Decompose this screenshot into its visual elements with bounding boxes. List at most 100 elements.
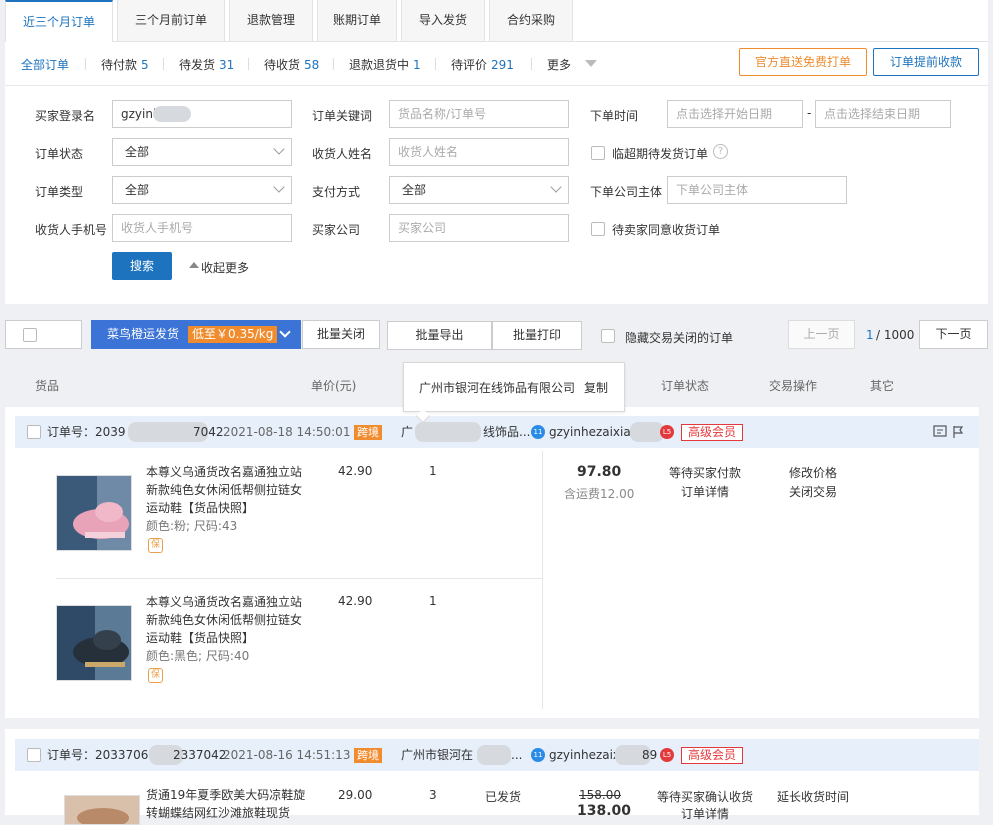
- hide-closed-label: 隐藏交易关闭的订单: [625, 331, 734, 345]
- prev-page-button[interactable]: 上一页: [788, 320, 855, 349]
- end-date-input[interactable]: 点击选择结束日期: [815, 100, 951, 128]
- wangwang-icon[interactable]: 11: [531, 748, 545, 762]
- seller-name[interactable]: 广州市银河在: [401, 739, 473, 771]
- free-print-button[interactable]: 官方直送免费打单: [739, 48, 867, 76]
- cainiao-label: 菜鸟橙运发货: [107, 327, 180, 341]
- modify-price-link[interactable]: 修改价格: [789, 464, 837, 481]
- order-time: 2021-08-18 14:50:01: [223, 425, 351, 439]
- chevron-down-icon[interactable]: [585, 60, 597, 67]
- order-checkbox[interactable]: [27, 748, 41, 762]
- tab-recent-3-months[interactable]: 近三个月订单: [5, 0, 113, 43]
- seller-name-tail[interactable]: 线饰品...: [483, 416, 530, 448]
- close-trade-link[interactable]: 关闭交易: [789, 483, 837, 500]
- seller-agree-checkbox[interactable]: [591, 222, 605, 236]
- order-status-select[interactable]: 全部: [112, 138, 292, 166]
- order-status: 等待买家确认收货: [657, 790, 754, 804]
- tab-credit-orders[interactable]: 账期订单: [317, 0, 397, 42]
- select-all-box[interactable]: [5, 320, 82, 349]
- item-quantity: 1: [429, 594, 437, 608]
- chevron-down-icon: [273, 181, 285, 193]
- batch-print-button[interactable]: 批量打印: [492, 321, 582, 350]
- help-icon[interactable]: ?: [713, 144, 728, 159]
- select-all-checkbox[interactable]: [23, 328, 37, 342]
- status-count: 31: [219, 58, 235, 72]
- chevron-down-icon: [273, 143, 285, 155]
- product-image[interactable]: [56, 605, 132, 681]
- order-tabs: 近三个月订单 三个月前订单 退款管理 账期订单 导入发货 合约采购: [5, 0, 988, 43]
- status-refunding[interactable]: 退款退货中 1: [349, 56, 421, 73]
- flag-icon[interactable]: [951, 425, 965, 439]
- status-label: 待发货: [179, 58, 216, 72]
- status-count: 291: [491, 58, 514, 72]
- wangwang-icon[interactable]: 11: [531, 425, 545, 439]
- receiver-name-input[interactable]: 收货人姓名: [389, 138, 569, 166]
- order-checkbox[interactable]: [27, 425, 41, 439]
- product-title[interactable]: 货通19年夏季欧美大码凉鞋旋转蝴蝶结网红沙滩旅鞋现货: [146, 786, 311, 822]
- order-detail-link[interactable]: 订单详情: [681, 805, 729, 822]
- receiver-phone-input[interactable]: 收货人手机号: [112, 214, 292, 242]
- extend-receipt-link[interactable]: 延长收货时间: [777, 788, 849, 805]
- guarantee-icon: 保: [148, 668, 163, 683]
- order-detail-link[interactable]: 订单详情: [681, 483, 729, 500]
- status-pending-review[interactable]: 待评价 291: [451, 56, 514, 73]
- search-button[interactable]: 搜索: [112, 252, 172, 280]
- divider: [435, 58, 436, 70]
- tab-import-shipping[interactable]: 导入发货: [401, 0, 485, 42]
- buyer-company-input[interactable]: 买家公司: [389, 214, 569, 242]
- tab-contract-purchase[interactable]: 合约采购: [489, 0, 573, 42]
- status-label: 待评价: [451, 58, 488, 72]
- level-badge-icon: L5: [660, 425, 674, 439]
- status-all-orders[interactable]: 全部订单: [21, 56, 69, 73]
- product-image[interactable]: [56, 475, 132, 551]
- status-more[interactable]: 更多: [547, 56, 571, 73]
- chevron-up-icon[interactable]: [189, 262, 199, 268]
- seller-name[interactable]: 广: [401, 416, 413, 448]
- product-attrs: 颜色:黑色; 尺码:40: [146, 649, 250, 663]
- tooltip-copy-link[interactable]: 复制: [584, 379, 608, 396]
- divider: [248, 58, 249, 70]
- select-value: 全部: [125, 183, 150, 197]
- buyer-name-tail[interactable]: 89: [642, 739, 657, 771]
- order-header: 订单号： 2039 7042 2021-08-18 14:50:01 跨境 广 …: [15, 416, 979, 448]
- product-title[interactable]: 本尊义乌通货改名嘉通独立站新款纯色女休闲低帮侧拉链女运动鞋【货品快照】: [146, 593, 311, 647]
- cainiao-ship-button[interactable]: 菜鸟橙运发货 低至￥0.35/kg: [91, 320, 301, 349]
- status-pending-payment[interactable]: 待付款 5: [101, 56, 149, 73]
- shoe-image: [57, 606, 131, 680]
- status-count: 1: [413, 58, 421, 72]
- tab-older-than-3-months[interactable]: 三个月前订单: [117, 0, 225, 42]
- seller-name-tail[interactable]: ...: [511, 739, 522, 771]
- product-attrs: 颜色:粉; 尺码:43: [146, 519, 238, 533]
- divider: [333, 58, 334, 70]
- product-title[interactable]: 本尊义乌通货改名嘉通独立站新款纯色女休闲低帮侧拉链女运动鞋【货品快照】: [146, 463, 311, 517]
- collapse-more-link[interactable]: 收起更多: [201, 259, 249, 276]
- order-keyword-input[interactable]: 货品名称/订单号: [389, 100, 569, 128]
- tab-refund-management[interactable]: 退款管理: [229, 0, 313, 42]
- redaction-blur: [630, 422, 664, 442]
- overdue-checkbox[interactable]: [591, 146, 605, 160]
- order-time-label: 下单时间: [590, 109, 639, 123]
- order-status: 等待买家付款: [669, 466, 742, 480]
- hide-closed-checkbox[interactable]: [601, 329, 615, 343]
- buyer-name[interactable]: gzyinhezaixian: [549, 416, 638, 448]
- status-pending-shipment[interactable]: 待发货 31: [179, 56, 234, 73]
- order-type-select[interactable]: 全部: [112, 176, 292, 204]
- buyer-name[interactable]: gzyinhezaix: [549, 739, 620, 771]
- next-page-button[interactable]: 下一页: [919, 320, 988, 349]
- batch-close-button[interactable]: 批量关闭: [302, 320, 380, 349]
- batch-export-button[interactable]: 批量导出: [387, 321, 492, 350]
- payment-method-select[interactable]: 全部: [389, 176, 569, 204]
- placeholder: 收货人姓名: [398, 145, 459, 159]
- chevron-down-icon[interactable]: [279, 326, 291, 338]
- current-page: 1: [866, 328, 874, 342]
- status-label: 待收货: [264, 58, 301, 72]
- early-collection-button[interactable]: 订单提前收款: [873, 48, 979, 76]
- message-icon[interactable]: [933, 425, 947, 439]
- buyer-login-input[interactable]: gzyinh an: [112, 100, 292, 128]
- receiver-phone-label: 收货人手机号: [35, 223, 108, 237]
- status-pending-receipt[interactable]: 待收货 58: [264, 56, 319, 73]
- cross-border-tag: 跨境: [354, 425, 382, 440]
- order-company-input[interactable]: 下单公司主体: [667, 176, 847, 204]
- item-divider: [56, 578, 542, 579]
- start-date-input[interactable]: 点击选择开始日期: [667, 100, 803, 128]
- product-image[interactable]: [64, 795, 140, 825]
